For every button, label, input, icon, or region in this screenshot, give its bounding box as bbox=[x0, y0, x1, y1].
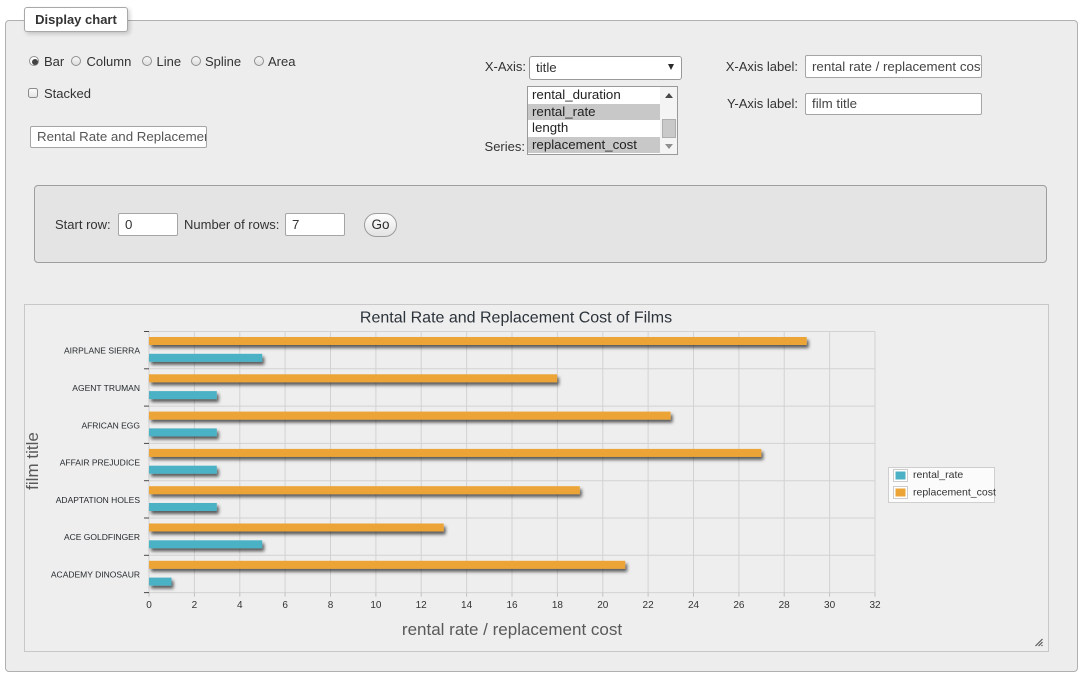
svg-text:film title: film title bbox=[25, 432, 42, 490]
svg-text:AGENT TRUMAN: AGENT TRUMAN bbox=[72, 383, 140, 393]
svg-text:2: 2 bbox=[192, 600, 198, 611]
svg-text:4: 4 bbox=[237, 600, 243, 611]
svg-text:AIRPLANE SIERRA: AIRPLANE SIERRA bbox=[64, 346, 140, 356]
svg-text:16: 16 bbox=[506, 600, 518, 611]
svg-text:6: 6 bbox=[282, 600, 288, 611]
svg-text:AFRICAN EGG: AFRICAN EGG bbox=[81, 420, 140, 430]
svg-text:24: 24 bbox=[688, 600, 700, 611]
svg-text:replacement_cost: replacement_cost bbox=[913, 487, 996, 499]
svg-text:12: 12 bbox=[416, 600, 428, 611]
svg-text:14: 14 bbox=[461, 600, 473, 611]
svg-text:AFFAIR PREJUDICE: AFFAIR PREJUDICE bbox=[60, 458, 141, 468]
svg-text:10: 10 bbox=[370, 600, 382, 611]
svg-text:8: 8 bbox=[328, 600, 334, 611]
svg-text:Rental Rate and Replacement Co: Rental Rate and Replacement Cost of Film… bbox=[360, 310, 672, 327]
svg-text:22: 22 bbox=[643, 600, 655, 611]
svg-text:ADAPTATION HOLES: ADAPTATION HOLES bbox=[56, 495, 141, 505]
svg-text:ACE GOLDFINGER: ACE GOLDFINGER bbox=[64, 532, 140, 542]
svg-text:28: 28 bbox=[779, 600, 791, 611]
svg-text:0: 0 bbox=[146, 600, 152, 611]
svg-text:30: 30 bbox=[824, 600, 836, 611]
svg-text:20: 20 bbox=[597, 600, 609, 611]
svg-text:rental rate / replacement cost: rental rate / replacement cost bbox=[402, 620, 622, 639]
svg-text:26: 26 bbox=[733, 600, 745, 611]
svg-text:32: 32 bbox=[869, 600, 881, 611]
svg-text:ACADEMY DINOSAUR: ACADEMY DINOSAUR bbox=[51, 570, 140, 580]
svg-text:rental_rate: rental_rate bbox=[913, 469, 963, 481]
svg-text:18: 18 bbox=[552, 600, 564, 611]
